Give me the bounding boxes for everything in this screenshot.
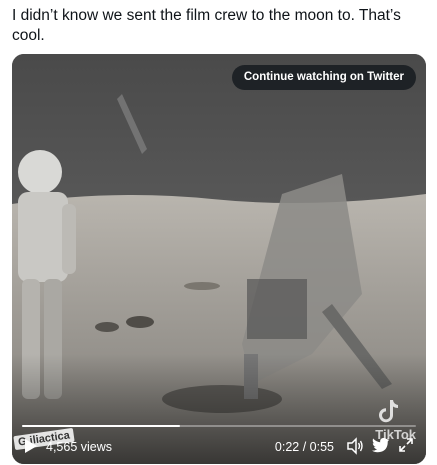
fullscreen-icon[interactable] — [398, 437, 414, 453]
twitter-bird-icon[interactable] — [372, 437, 390, 453]
video-player[interactable]: Continue watching on Twitter TikTok G il… — [12, 54, 426, 464]
progress-bar[interactable] — [22, 425, 416, 427]
continue-watching-button[interactable]: Continue watching on Twitter — [231, 65, 416, 90]
view-count: 4,565 views — [46, 440, 113, 454]
tiktok-icon — [379, 400, 398, 423]
volume-icon[interactable] — [346, 437, 364, 455]
tweet-text: I didn’t know we sent the film crew to t… — [12, 7, 401, 44]
play-icon[interactable] — [24, 438, 38, 454]
progress-fill — [22, 425, 180, 427]
video-frame — [12, 54, 426, 464]
playback-time: 0:22 / 0:55 — [274, 440, 334, 454]
video-controls: 4,565 views 0:22 / 0:55 — [12, 430, 426, 464]
